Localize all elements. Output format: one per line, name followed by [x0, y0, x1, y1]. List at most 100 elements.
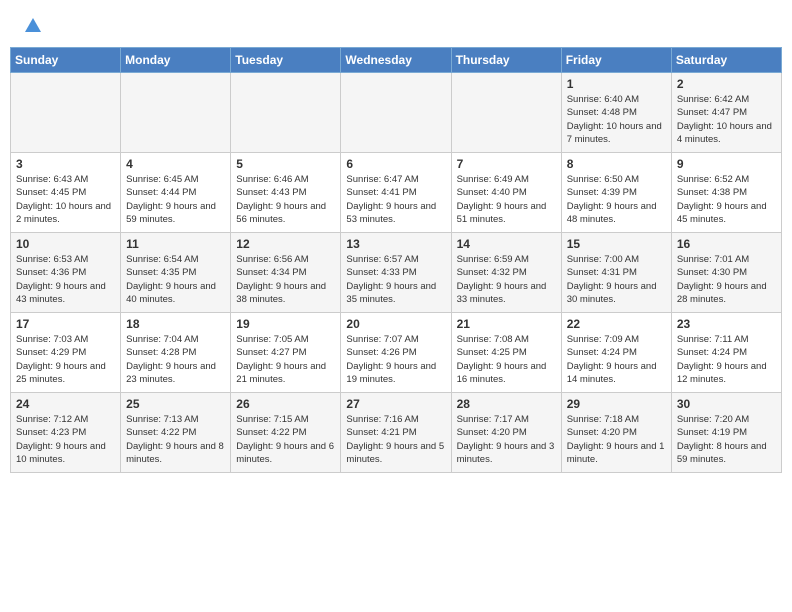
- day-info: Sunrise: 7:16 AM Sunset: 4:21 PM Dayligh…: [346, 413, 445, 466]
- day-number: 25: [126, 397, 225, 411]
- day-info: Sunrise: 7:17 AM Sunset: 4:20 PM Dayligh…: [457, 413, 556, 466]
- calendar-day-14: 14Sunrise: 6:59 AM Sunset: 4:32 PM Dayli…: [451, 233, 561, 313]
- calendar-week-4: 17Sunrise: 7:03 AM Sunset: 4:29 PM Dayli…: [11, 313, 782, 393]
- day-number: 19: [236, 317, 335, 331]
- day-number: 9: [677, 157, 776, 171]
- calendar-day-10: 10 Sunrise: 6:53 AM Sunset: 4:36 PM Dayli…: [11, 233, 121, 313]
- day-number: 8: [567, 157, 666, 171]
- column-header-tuesday: Tuesday: [231, 48, 341, 73]
- calendar-day-11: 11Sunrise: 6:54 AM Sunset: 4:35 PM Dayli…: [121, 233, 231, 313]
- day-number: 23: [677, 317, 776, 331]
- day-number: 12: [236, 237, 335, 251]
- calendar-day-25: 25 Sunrise: 7:13 AM Sunset: 4:22 PM Dayli…: [121, 393, 231, 473]
- calendar-day-30: 30 Sunrise: 7:20 AM Sunset: 4:19 PM Dayli…: [671, 393, 781, 473]
- day-info: Sunrise: 6:57 AM Sunset: 4:33 PM Dayligh…: [346, 253, 445, 306]
- calendar-day-28: 28 Sunrise: 7:17 AM Sunset: 4:20 PM Dayli…: [451, 393, 561, 473]
- day-info: Sunrise: 6:43 AM Sunset: 4:45 PM Dayligh…: [16, 173, 115, 226]
- day-number: 28: [457, 397, 556, 411]
- day-info: Sunrise: 6:50 AM Sunset: 4:39 PM Dayligh…: [567, 173, 666, 226]
- day-info: Sunrise: 6:56 AM Sunset: 4:34 PM Dayligh…: [236, 253, 335, 306]
- day-info: Sunrise: 7:07 AM Sunset: 4:26 PM Dayligh…: [346, 333, 445, 386]
- calendar-day-19: 19 Sunrise: 7:05 AM Sunset: 4:27 PM Dayli…: [231, 313, 341, 393]
- day-info: Sunrise: 6:45 AM Sunset: 4:44 PM Dayligh…: [126, 173, 225, 226]
- calendar-day-29: 29 Sunrise: 7:18 AM Sunset: 4:20 PM Dayli…: [561, 393, 671, 473]
- calendar-table: SundayMondayTuesdayWednesdayThursdayFrid…: [10, 47, 782, 473]
- calendar-day-17: 17Sunrise: 7:03 AM Sunset: 4:29 PM Dayli…: [11, 313, 121, 393]
- day-info: Sunrise: 6:42 AM Sunset: 4:47 PM Dayligh…: [677, 93, 776, 146]
- day-info: Sunrise: 6:47 AM Sunset: 4:41 PM Dayligh…: [346, 173, 445, 226]
- day-number: 14: [457, 237, 556, 251]
- day-info: Sunrise: 7:09 AM Sunset: 4:24 PM Dayligh…: [567, 333, 666, 386]
- day-info: Sunrise: 6:52 AM Sunset: 4:38 PM Dayligh…: [677, 173, 776, 226]
- calendar-week-2: 3 Sunrise: 6:43 AM Sunset: 4:45 PM Daylig…: [11, 153, 782, 233]
- calendar-day-7: 7Sunrise: 6:49 AM Sunset: 4:40 PM Daylig…: [451, 153, 561, 233]
- day-info: Sunrise: 7:00 AM Sunset: 4:31 PM Dayligh…: [567, 253, 666, 306]
- day-info: Sunrise: 7:11 AM Sunset: 4:24 PM Dayligh…: [677, 333, 776, 386]
- calendar-week-1: 1 Sunrise: 6:40 AM Sunset: 4:48 PM Daylig…: [11, 73, 782, 153]
- column-header-thursday: Thursday: [451, 48, 561, 73]
- day-info: Sunrise: 7:08 AM Sunset: 4:25 PM Dayligh…: [457, 333, 556, 386]
- empty-cell: [231, 73, 341, 153]
- column-header-sunday: Sunday: [11, 48, 121, 73]
- day-info: Sunrise: 6:46 AM Sunset: 4:43 PM Dayligh…: [236, 173, 335, 226]
- day-info: Sunrise: 7:12 AM Sunset: 4:23 PM Dayligh…: [16, 413, 115, 466]
- day-number: 1: [567, 77, 666, 91]
- calendar-day-9: 9 Sunrise: 6:52 AM Sunset: 4:38 PM Daylig…: [671, 153, 781, 233]
- logo: [20, 18, 41, 37]
- calendar-day-1: 1 Sunrise: 6:40 AM Sunset: 4:48 PM Daylig…: [561, 73, 671, 153]
- column-header-monday: Monday: [121, 48, 231, 73]
- day-number: 5: [236, 157, 335, 171]
- day-number: 27: [346, 397, 445, 411]
- calendar-day-16: 16 Sunrise: 7:01 AM Sunset: 4:30 PM Dayli…: [671, 233, 781, 313]
- calendar-day-6: 6 Sunrise: 6:47 AM Sunset: 4:41 PM Daylig…: [341, 153, 451, 233]
- day-number: 26: [236, 397, 335, 411]
- calendar-header-row: SundayMondayTuesdayWednesdayThursdayFrid…: [11, 48, 782, 73]
- calendar-day-23: 23 Sunrise: 7:11 AM Sunset: 4:24 PM Dayli…: [671, 313, 781, 393]
- day-info: Sunrise: 6:40 AM Sunset: 4:48 PM Dayligh…: [567, 93, 666, 146]
- calendar-day-5: 5 Sunrise: 6:46 AM Sunset: 4:43 PM Daylig…: [231, 153, 341, 233]
- calendar-day-26: 26Sunrise: 7:15 AM Sunset: 4:22 PM Dayli…: [231, 393, 341, 473]
- calendar-day-4: 4 Sunrise: 6:45 AM Sunset: 4:44 PM Daylig…: [121, 153, 231, 233]
- calendar-day-21: 21 Sunrise: 7:08 AM Sunset: 4:25 PM Dayli…: [451, 313, 561, 393]
- day-info: Sunrise: 7:05 AM Sunset: 4:27 PM Dayligh…: [236, 333, 335, 386]
- calendar-day-22: 22 Sunrise: 7:09 AM Sunset: 4:24 PM Dayli…: [561, 313, 671, 393]
- day-number: 6: [346, 157, 445, 171]
- day-info: Sunrise: 7:04 AM Sunset: 4:28 PM Dayligh…: [126, 333, 225, 386]
- day-number: 18: [126, 317, 225, 331]
- calendar-day-18: 18 Sunrise: 7:04 AM Sunset: 4:28 PM Dayli…: [121, 313, 231, 393]
- calendar-day-15: 15Sunrise: 7:00 AM Sunset: 4:31 PM Dayli…: [561, 233, 671, 313]
- day-number: 10: [16, 237, 115, 251]
- empty-cell: [451, 73, 561, 153]
- column-header-saturday: Saturday: [671, 48, 781, 73]
- column-header-friday: Friday: [561, 48, 671, 73]
- day-info: Sunrise: 6:53 AM Sunset: 4:36 PM Dayligh…: [16, 253, 115, 306]
- day-number: 2: [677, 77, 776, 91]
- calendar-day-3: 3 Sunrise: 6:43 AM Sunset: 4:45 PM Daylig…: [11, 153, 121, 233]
- calendar-week-5: 24 Sunrise: 7:12 AM Sunset: 4:23 PM Dayli…: [11, 393, 782, 473]
- calendar-day-13: 13 Sunrise: 6:57 AM Sunset: 4:33 PM Dayli…: [341, 233, 451, 313]
- day-number: 22: [567, 317, 666, 331]
- calendar-week-3: 10 Sunrise: 6:53 AM Sunset: 4:36 PM Dayli…: [11, 233, 782, 313]
- day-number: 17: [16, 317, 115, 331]
- day-number: 24: [16, 397, 115, 411]
- day-number: 7: [457, 157, 556, 171]
- day-info: Sunrise: 7:13 AM Sunset: 4:22 PM Dayligh…: [126, 413, 225, 466]
- day-number: 16: [677, 237, 776, 251]
- column-header-wednesday: Wednesday: [341, 48, 451, 73]
- page-header: [10, 10, 782, 41]
- day-number: 30: [677, 397, 776, 411]
- day-number: 20: [346, 317, 445, 331]
- calendar-day-12: 12 Sunrise: 6:56 AM Sunset: 4:34 PM Dayli…: [231, 233, 341, 313]
- day-number: 29: [567, 397, 666, 411]
- day-info: Sunrise: 7:01 AM Sunset: 4:30 PM Dayligh…: [677, 253, 776, 306]
- day-number: 4: [126, 157, 225, 171]
- day-info: Sunrise: 7:18 AM Sunset: 4:20 PM Dayligh…: [567, 413, 666, 466]
- day-info: Sunrise: 6:54 AM Sunset: 4:35 PM Dayligh…: [126, 253, 225, 306]
- logo-triangle-icon: [25, 18, 41, 37]
- calendar-day-20: 20 Sunrise: 7:07 AM Sunset: 4:26 PM Dayli…: [341, 313, 451, 393]
- day-number: 13: [346, 237, 445, 251]
- day-info: Sunrise: 7:20 AM Sunset: 4:19 PM Dayligh…: [677, 413, 776, 466]
- day-number: 3: [16, 157, 115, 171]
- empty-cell: [341, 73, 451, 153]
- day-number: 21: [457, 317, 556, 331]
